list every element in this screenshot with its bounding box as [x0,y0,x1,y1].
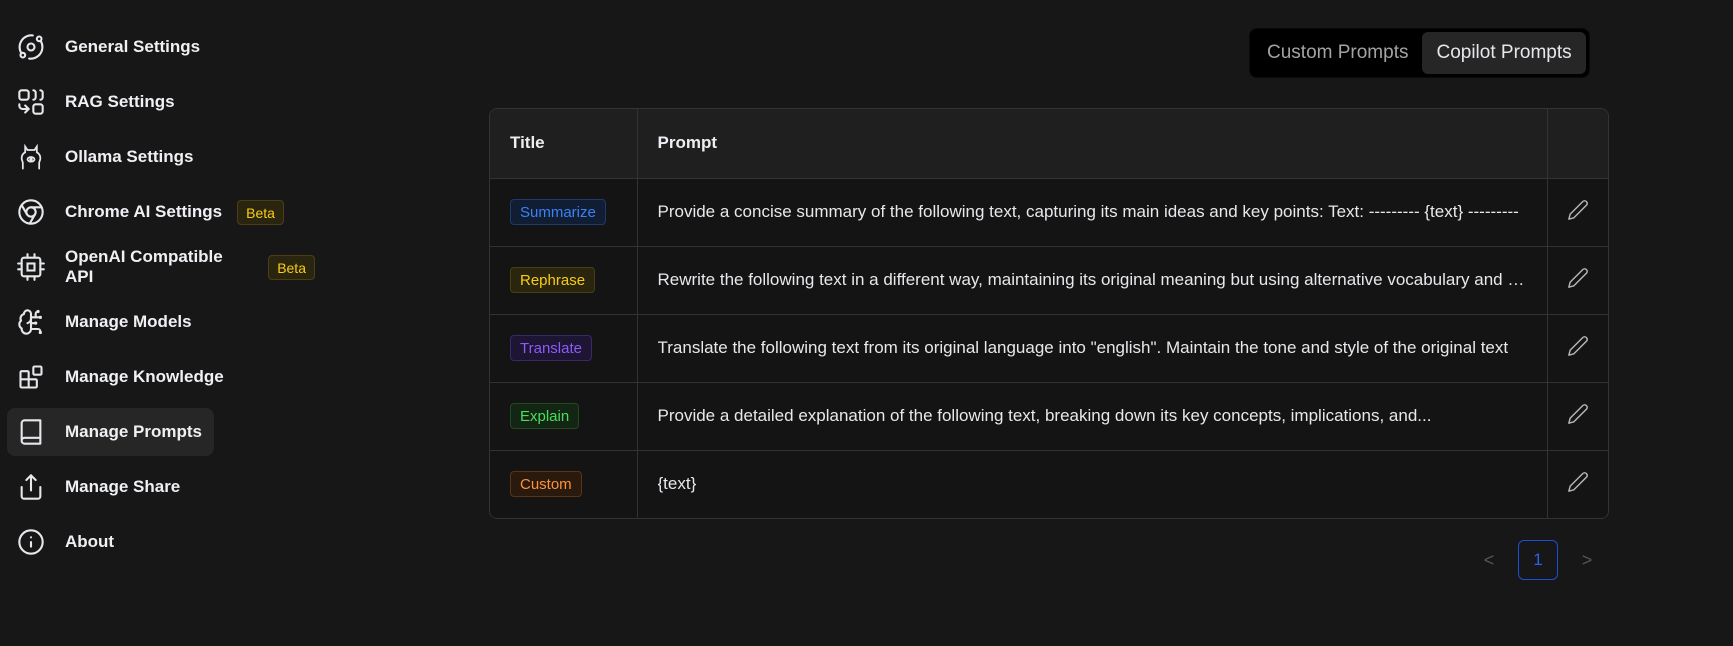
column-header-title: Title [490,109,638,178]
sidebar-item-manage-models[interactable]: Manage Models [7,298,327,346]
next-page-button[interactable]: > [1568,541,1606,579]
title-cell: Custom [490,449,638,518]
info-icon [17,528,45,556]
page-1-button[interactable]: 1 [1518,540,1558,580]
actions-cell [1547,177,1608,246]
sidebar-item-chrome-ai-settings[interactable]: Chrome AI Settings Beta [7,188,327,236]
table-row: Rephrase Rewrite the following text in a … [490,245,1608,314]
sidebar-item-label: Manage Share [65,477,181,496]
prompt-cell: Rewrite the following text in a differen… [637,245,1548,314]
prompt-cell: Translate the following text from its or… [637,313,1548,382]
prev-page-button[interactable]: < [1470,541,1508,579]
blocks-icon [17,363,45,391]
title-cell: Summarize [490,177,638,246]
edit-button[interactable] [1567,403,1589,425]
ollama-icon [17,143,45,171]
prompt-text: Translate the following text from its or… [657,338,1509,357]
sidebar-item-manage-prompts[interactable]: Manage Prompts [7,408,214,456]
prompt-text: Provide a detailed explanation of the fo… [657,406,1432,425]
pencil-icon [1567,335,1588,356]
table-row: Explain Provide a detailed explanation of… [490,381,1608,450]
pagination: < 1 > [1470,540,1606,580]
cpu-icon [17,253,45,281]
prompt-cell: {text} [637,449,1548,518]
sidebar-item-general-settings[interactable]: General Settings [7,23,327,71]
sidebar-item-rag-settings[interactable]: RAG Settings [7,78,327,126]
sidebar-item-manage-share[interactable]: Manage Share [7,463,327,511]
edit-button[interactable] [1567,471,1589,493]
tab-copilot-prompts[interactable]: Copilot Prompts [1422,32,1586,74]
share-icon [17,473,45,501]
table-row: Translate Translate the following text fr… [490,313,1608,382]
prompt-type-segmented-control: Custom Prompts Copilot Prompts [1249,28,1590,78]
table-row: Custom {text} [490,449,1608,518]
prompt-text: {text} [657,474,697,494]
prompt-cell: Provide a detailed explanation of the fo… [637,381,1548,450]
column-header-prompt: Prompt [637,109,1548,178]
sidebar-item-label: General Settings [65,37,201,56]
actions-cell [1547,245,1608,314]
title-tag: Rephrase [510,267,596,293]
book-icon [17,418,45,446]
sidebar-item-about[interactable]: About [7,518,327,566]
sidebar-item-label: OpenAI Compatible API [65,247,223,286]
title-tag: Translate [510,335,592,361]
sidebar-item-manage-knowledge[interactable]: Manage Knowledge [7,353,327,401]
prompt-text: Provide a concise summary of the followi… [657,202,1519,221]
sidebar-item-label: RAG Settings [65,92,175,111]
prompts-table: Title Prompt Summarize Provide a concise … [489,108,1609,519]
sidebar-item-label: Manage Models [65,312,192,331]
settings-sidebar: General Settings RAG Settings Ollama Set… [7,23,327,573]
edit-button[interactable] [1567,267,1589,289]
actions-cell [1547,449,1608,518]
sidebar-item-label: Manage Prompts [65,422,202,441]
edit-button[interactable] [1567,335,1589,357]
prompt-text: Rewrite the following text in a differen… [657,270,1530,289]
beta-badge: Beta [268,254,315,280]
title-tag: Explain [510,403,580,429]
sidebar-item-ollama-settings[interactable]: Ollama Settings [7,133,327,181]
beta-badge: Beta [237,199,284,225]
table-header-row: Title Prompt [490,109,1608,178]
sidebar-item-label: Ollama Settings [65,147,194,166]
sidebar-item-label: Manage Knowledge [65,367,224,386]
pencil-icon [1567,199,1588,220]
title-tag: Summarize [510,199,606,225]
sidebar-item-label: About [65,532,115,551]
tab-custom-prompts[interactable]: Custom Prompts [1253,32,1422,74]
pencil-icon [1567,267,1588,288]
prompt-cell: Provide a concise summary of the followi… [637,177,1548,246]
column-header-actions [1547,109,1608,178]
title-cell: Explain [490,381,638,450]
chrome-icon [17,198,45,226]
combine-icon [17,88,45,116]
edit-button[interactable] [1567,199,1589,221]
title-tag: Custom [510,471,582,498]
title-cell: Translate [490,313,638,382]
actions-cell [1547,313,1608,382]
table-row: Summarize Provide a concise summary of th… [490,177,1608,246]
orbit-icon [17,33,45,61]
brain-circuit-icon [17,308,45,336]
sidebar-item-label: Chrome AI Settings [65,202,223,221]
pencil-icon [1567,403,1588,424]
actions-cell [1547,381,1608,450]
pencil-icon [1567,471,1588,492]
sidebar-item-openai-compatible-api[interactable]: OpenAI Compatible API Beta [7,243,327,291]
title-cell: Rephrase [490,245,638,314]
